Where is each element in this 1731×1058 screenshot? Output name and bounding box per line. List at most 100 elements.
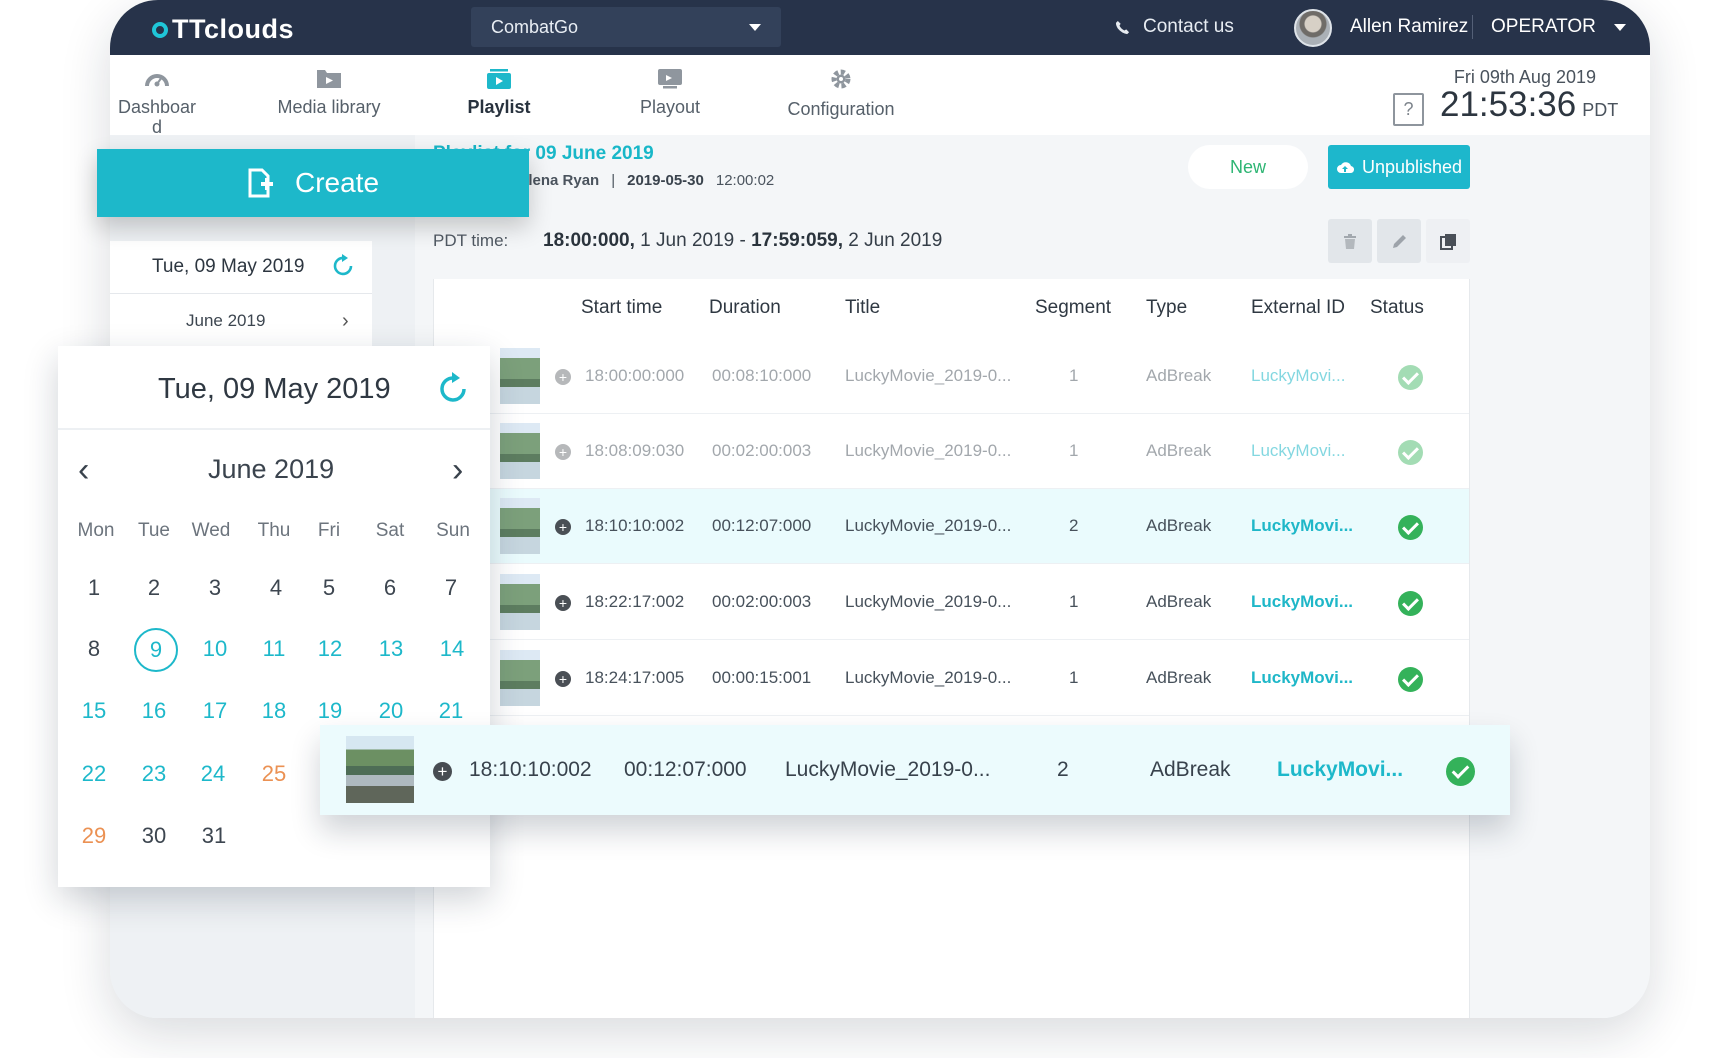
calendar-day[interactable]: 6 <box>368 566 412 610</box>
clock: 21:53:36 PDT <box>1440 85 1619 124</box>
calendar-header: Tue, 09 May 2019 <box>58 346 490 430</box>
calendar-day[interactable]: 3 <box>193 566 237 610</box>
table-row[interactable]: + 18:10:10:002 00:12:07:000 LuckyMovie_2… <box>434 489 1469 564</box>
chevron-right-icon[interactable]: › <box>452 451 463 490</box>
calendar-day[interactable]: 16 <box>132 689 176 733</box>
contact-link[interactable]: Contact us <box>1115 16 1234 38</box>
media-thumbnail <box>346 736 414 803</box>
weekday-label: Thu <box>257 520 291 541</box>
column-header-title[interactable]: Title <box>845 297 880 319</box>
help-icon[interactable]: ? <box>1393 93 1424 126</box>
calendar-day[interactable]: 8 <box>72 627 116 671</box>
pdt-label: PDT time: <box>433 231 509 250</box>
calendar-day[interactable]: 30 <box>132 814 176 858</box>
column-header-duration[interactable]: Duration <box>709 297 781 319</box>
top-bar: TTclouds CombatGo Contact us Allen Ramir… <box>110 0 1650 55</box>
delete-button[interactable] <box>1328 219 1372 263</box>
status-check-icon <box>1446 757 1475 786</box>
gear-icon <box>831 69 851 89</box>
tab-media-library[interactable]: Media library <box>264 67 394 118</box>
column-header-segment[interactable]: Segment <box>1035 297 1111 319</box>
calendar-day-selected[interactable]: 9 <box>134 628 178 672</box>
divider <box>1472 15 1473 39</box>
column-header-external-id[interactable]: External ID <box>1251 297 1345 319</box>
calendar-day[interactable]: 14 <box>430 627 474 671</box>
calendar-day[interactable]: 5 <box>307 566 351 610</box>
status-check-icon <box>1398 667 1423 692</box>
calendar-day[interactable]: 31 <box>192 814 236 858</box>
dragged-playlist-row[interactable]: + 18:10:10:002 00:12:07:000 LuckyMovie_2… <box>320 725 1510 815</box>
sidebar-date-row[interactable]: Tue, 09 May 2019 <box>110 241 372 294</box>
month-navigator: ‹ June 2019 › <box>58 451 490 491</box>
media-thumbnail <box>500 498 540 554</box>
table-row[interactable]: + 18:08:09:030 00:02:00:003 LuckyMovie_2… <box>434 414 1469 489</box>
copy-icon <box>1439 233 1456 250</box>
weekday-label: Sat <box>375 520 405 541</box>
folder-play-icon <box>317 70 341 88</box>
avatar[interactable] <box>1294 9 1332 47</box>
calendar-day[interactable]: 15 <box>72 689 116 733</box>
add-circle-icon[interactable]: + <box>555 369 571 385</box>
refresh-icon[interactable] <box>333 253 355 277</box>
calendar-day[interactable]: 11 <box>252 627 296 671</box>
table-row[interactable]: + 18:22:17:002 00:02:00:003 LuckyMovie_2… <box>434 565 1469 640</box>
calendar-day[interactable]: 25 <box>252 752 296 796</box>
calendar-day[interactable]: 10 <box>193 627 237 671</box>
add-circle-icon[interactable]: + <box>555 595 571 611</box>
calendar-month-label: June 2019 <box>208 454 335 484</box>
calendar-day[interactable]: 13 <box>369 627 413 671</box>
calendar-day[interactable]: 22 <box>72 752 116 796</box>
unpublished-button[interactable]: Unpublished <box>1328 145 1470 189</box>
calendar-day[interactable]: 12 <box>308 627 352 671</box>
calendar-day[interactable]: 24 <box>191 752 235 796</box>
status-check-icon <box>1398 591 1423 616</box>
tab-playout[interactable]: Playout <box>605 67 735 118</box>
status-check-icon <box>1398 440 1423 465</box>
user-name[interactable]: Allen Ramirez <box>1350 16 1468 38</box>
brand-logo: TTclouds <box>152 14 294 45</box>
create-button[interactable]: Create <box>97 149 529 217</box>
app-select[interactable]: CombatGo <box>471 7 781 47</box>
tab-configuration[interactable]: Configuration <box>776 67 906 120</box>
calendar-day[interactable]: 18 <box>252 689 296 733</box>
chevron-right-icon: › <box>342 310 349 332</box>
table-row[interactable]: + 18:24:17:005 00:00:15:001 LuckyMovie_2… <box>434 641 1469 716</box>
main-nav: Dashboar d Media library Playlist Playou… <box>110 55 1650 137</box>
status-check-icon <box>1398 365 1423 390</box>
sidebar-month-row[interactable]: June 2019 › <box>110 294 372 346</box>
playlist-table: Start time Duration Title Segment Type E… <box>433 279 1470 1018</box>
add-file-icon <box>248 168 273 198</box>
add-circle-icon[interactable]: + <box>555 444 571 460</box>
add-circle-icon[interactable]: + <box>555 671 571 687</box>
weekday-label: Tue <box>137 520 171 541</box>
role-dropdown[interactable]: OPERATOR <box>1491 16 1626 38</box>
tab-playlist[interactable]: Playlist <box>434 67 564 118</box>
calendar-day[interactable]: 4 <box>254 566 298 610</box>
calendar-day[interactable]: 7 <box>429 566 473 610</box>
column-header-type[interactable]: Type <box>1146 297 1187 319</box>
calendar-day[interactable]: 1 <box>72 566 116 610</box>
refresh-icon[interactable] <box>440 371 470 404</box>
chevron-left-icon[interactable]: ‹ <box>78 451 89 490</box>
logo-ring-icon <box>152 21 168 38</box>
add-circle-icon[interactable]: + <box>555 519 571 535</box>
column-header-status[interactable]: Status <box>1370 297 1424 319</box>
weekday-label: Sun <box>436 520 470 541</box>
calendar-day[interactable]: 29 <box>72 814 116 858</box>
calendar-day[interactable]: 17 <box>193 689 237 733</box>
calendar-selected-date: Tue, 09 May 2019 <box>158 373 391 405</box>
add-circle-icon[interactable]: + <box>433 762 452 781</box>
tab-dashboard[interactable]: Dashboar d <box>110 67 222 137</box>
edit-button[interactable] <box>1377 219 1421 263</box>
trash-icon <box>1344 233 1356 249</box>
new-status-button[interactable]: New <box>1188 145 1308 189</box>
playout-screen-icon <box>658 69 682 89</box>
media-thumbnail <box>500 423 540 479</box>
copy-button[interactable] <box>1426 219 1470 263</box>
calendar-day[interactable]: 2 <box>132 566 176 610</box>
media-thumbnail <box>500 348 540 404</box>
column-header-start-time[interactable]: Start time <box>581 297 662 319</box>
calendar-day[interactable]: 23 <box>132 752 176 796</box>
pdt-range: 18:00:000, 1 Jun 2019 - 17:59:059, 2 Jun… <box>543 230 943 251</box>
table-row[interactable]: + 18:00:00:000 00:08:10:000 LuckyMovie_2… <box>434 339 1469 414</box>
